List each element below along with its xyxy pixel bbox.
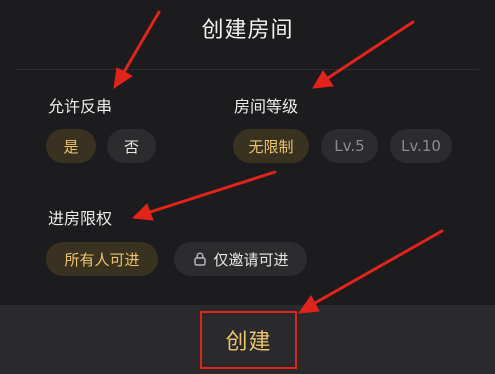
annotation-arrowhead-permission: [131, 203, 154, 221]
entry-everyone-button[interactable]: 所有人可进: [46, 242, 158, 276]
annotation-arrow-permission: [148, 170, 277, 214]
allow-reverse-label: 允许反串: [48, 97, 113, 116]
header-divider: [16, 69, 479, 70]
room-level-lv10-button[interactable]: Lv.10: [390, 129, 452, 163]
entry-invite-only-button[interactable]: 仅邀请可进: [174, 242, 307, 276]
annotation-arrow-create: [313, 229, 444, 305]
page-title: 创建房间: [201, 18, 294, 43]
room-level-lv5-button[interactable]: Lv.5: [321, 129, 378, 163]
create-button[interactable]: 创建: [200, 311, 297, 369]
annotation-arrowhead-level: [312, 70, 334, 89]
room-level-label: 房间等级: [234, 97, 299, 116]
entry-permission-label: 进房限权: [48, 209, 113, 228]
annotation-arrowhead-reverse: [113, 67, 133, 90]
room-level-unlimited-button[interactable]: 无限制: [233, 129, 309, 163]
lock-icon: [192, 251, 208, 267]
allow-reverse-yes-button[interactable]: 是: [46, 129, 96, 163]
entry-invite-only-label: 仅邀请可进: [213, 250, 289, 269]
allow-reverse-no-button[interactable]: 否: [107, 129, 156, 163]
